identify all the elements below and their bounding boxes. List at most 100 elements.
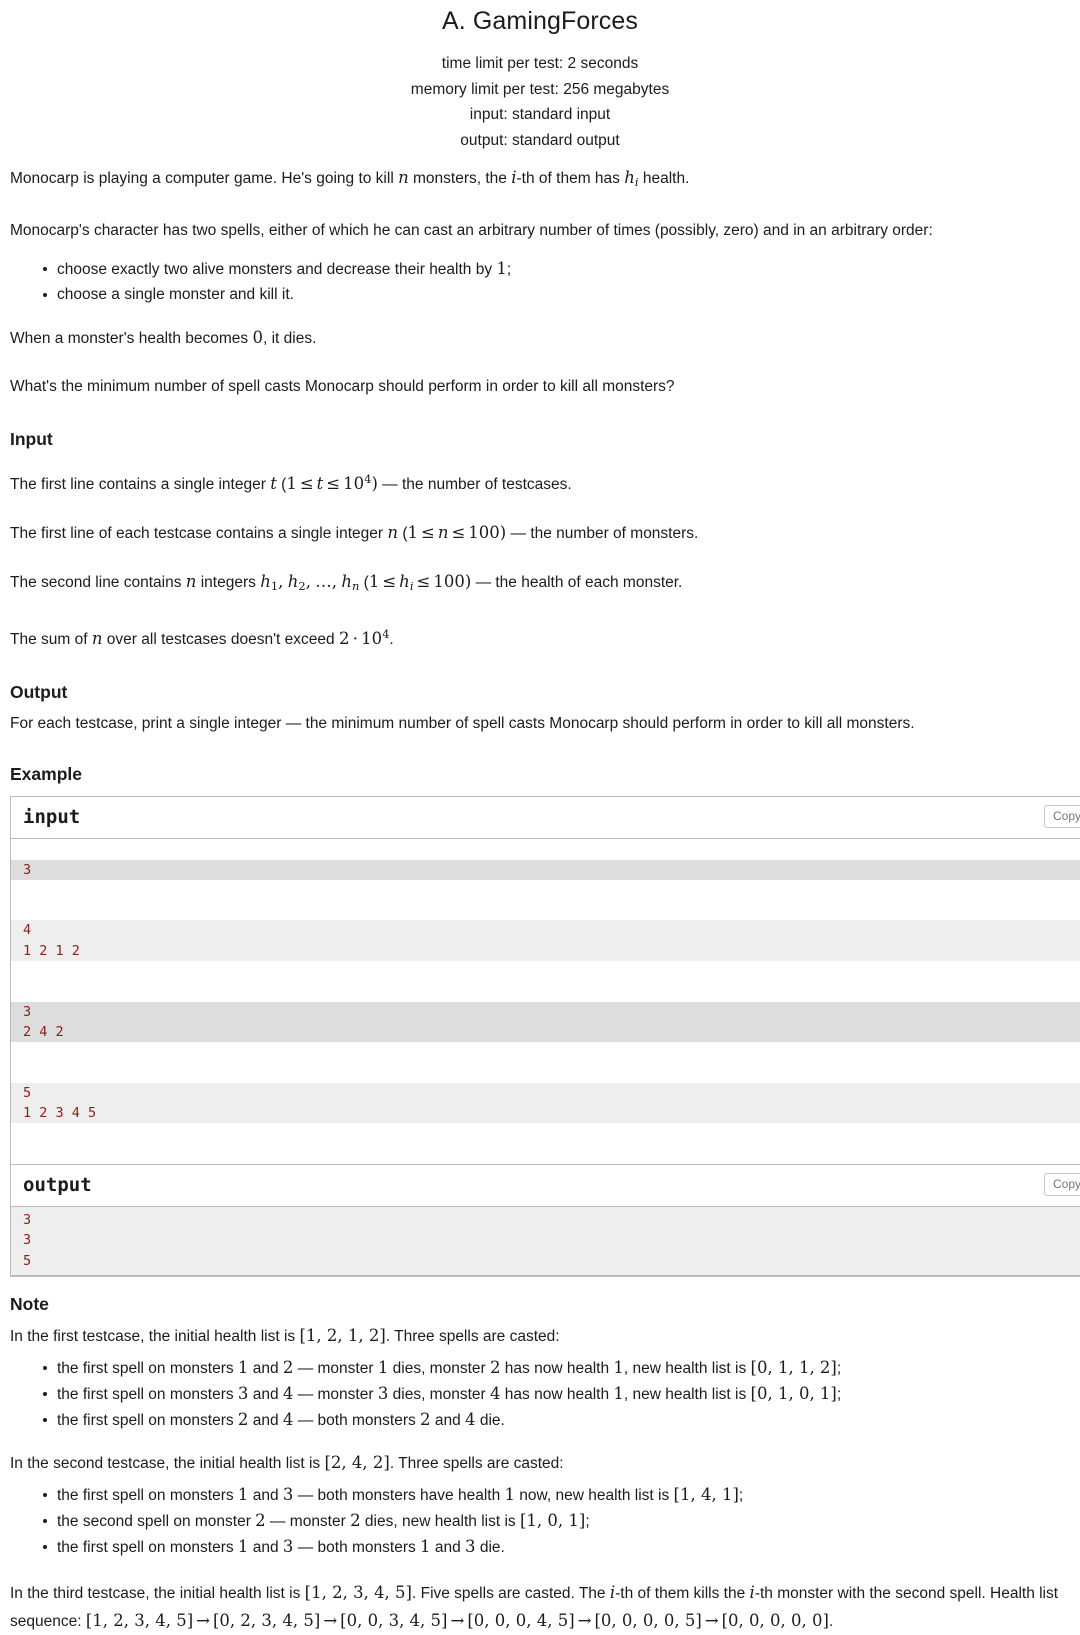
- math-num: 4: [465, 1409, 476, 1429]
- math-hundred: 100: [433, 572, 465, 592]
- math-leq: ≤: [326, 474, 341, 494]
- math-list: [1, 4, 1]: [673, 1484, 739, 1504]
- text-run: the first spell on monsters: [57, 1486, 238, 1504]
- text-run: monsters, the: [408, 170, 512, 188]
- math-num: 1: [237, 1357, 249, 1377]
- list-item: the first spell on monsters 3 and 4 — mo…: [43, 1381, 1070, 1407]
- legend-paragraph-4: What's the minimum number of spell casts…: [10, 378, 675, 396]
- list-item: the first spell on monsters 1 and 3 — bo…: [43, 1482, 1070, 1508]
- text-run: dies, new health list is: [360, 1512, 520, 1530]
- input-line-4: The sum of n over all testcases doesn't …: [10, 610, 1070, 663]
- text-run: die.: [475, 1411, 505, 1429]
- input-line-1: The first line contains a single integer…: [10, 455, 1070, 508]
- text-run: When a monster's health becomes: [10, 330, 253, 348]
- math-leq: ≤: [382, 572, 397, 592]
- text-run: ,: [278, 572, 284, 592]
- text-run: now, new health list is: [515, 1486, 674, 1504]
- text-run: ;: [836, 1359, 842, 1377]
- text-run: The sum of: [10, 631, 92, 649]
- text-run: the first spell on monsters: [57, 1538, 238, 1556]
- math-num: 2: [255, 1510, 266, 1530]
- text-run: , new health list is: [623, 1359, 751, 1377]
- note-testcase-1-list: the first spell on monsters 1 and 2 — mo…: [10, 1353, 1070, 1439]
- text-run: dies, monster: [388, 1385, 490, 1403]
- text-run: and: [430, 1538, 466, 1556]
- math-list: [1, 2, 3, 4, 5]: [304, 1582, 412, 1602]
- math-num: 2: [489, 1357, 501, 1377]
- math-leq: ≤: [299, 474, 314, 494]
- memory-limit: memory limit per test: 256 megabytes: [410, 80, 670, 98]
- text-run: .: [389, 631, 394, 649]
- sample-tests: input Copy 3 41 2 1 2 32 4 2 51 2 3 4 5 …: [10, 796, 1080, 1277]
- text-run: (: [276, 476, 287, 494]
- input-heading: Input: [10, 429, 53, 450]
- text-run: ;: [506, 261, 512, 279]
- text-run: -th of them kills the: [615, 1584, 750, 1602]
- math-h2: h2: [288, 572, 306, 593]
- text-run: The first line contains a single integer: [10, 476, 271, 494]
- math-num: 3: [282, 1484, 294, 1504]
- text-run: — monster: [293, 1359, 378, 1377]
- math-leq: ≤: [451, 523, 466, 543]
- text-run: ;: [836, 1385, 842, 1403]
- sample-output-header: output Copy: [11, 1164, 1080, 1207]
- math-list: [0, 1, 1, 2]: [750, 1357, 837, 1377]
- problem-statement-page: A. GamingForces time limit per test: 2 s…: [0, 0, 1080, 1635]
- sample-input-label: input: [23, 806, 81, 829]
- copy-input-button[interactable]: Copy: [1043, 805, 1080, 829]
- math-power: 104: [361, 627, 389, 648]
- text-run: ,: [331, 572, 337, 592]
- text-run: . Five spells are casted. The: [411, 1584, 610, 1602]
- math-num: 2: [237, 1409, 249, 1429]
- text-run: In the first testcase, the initial healt…: [10, 1327, 300, 1345]
- math-list: [0, 0, 3, 4, 5]: [340, 1610, 448, 1630]
- math-leq: ≤: [416, 572, 431, 592]
- text-run: — monster: [265, 1512, 351, 1530]
- math-num: 2: [420, 1409, 431, 1429]
- math-num: 1: [420, 1536, 431, 1556]
- text-run: , it dies.: [262, 330, 317, 348]
- text-run: choose exactly two alive monsters and de…: [57, 261, 497, 279]
- math-power: 104: [343, 472, 371, 494]
- math-num: 3: [377, 1383, 389, 1403]
- math-list: [1, 2, 1, 2]: [299, 1325, 386, 1345]
- math-h: h: [341, 572, 352, 592]
- sample-line: 1 2 3 4 5: [23, 1105, 97, 1122]
- text-run: In the second testcase, the initial heal…: [10, 1454, 325, 1472]
- sample-input-group: 4 1 2 1 2: [11, 920, 1080, 962]
- math-t: t: [270, 474, 277, 494]
- math-h-i: hi: [399, 572, 413, 593]
- note-body: Note In the first testcase, the initial …: [0, 1277, 1080, 1635]
- math-arrow: →: [450, 1610, 465, 1630]
- sample-line: 2 4 2: [23, 1023, 64, 1040]
- text-run: ,: [305, 572, 311, 592]
- copy-output-button[interactable]: Copy: [1043, 1173, 1080, 1196]
- math-num: 3: [465, 1536, 476, 1556]
- text-run: health.: [638, 170, 690, 188]
- text-run: — both monsters: [293, 1538, 421, 1556]
- note-heading: Note: [10, 1293, 49, 1314]
- note-testcase-3: In the third testcase, the initial healt…: [10, 1566, 1070, 1635]
- text-run: — both monsters have health: [293, 1486, 505, 1504]
- text-run: — both monsters: [293, 1411, 421, 1429]
- math-num: 1: [613, 1357, 624, 1377]
- text-run: the first spell on monsters: [57, 1411, 238, 1429]
- sample-line: 1 2 1 2: [23, 942, 80, 959]
- sample-line: 3: [23, 1003, 32, 1020]
- text-run: .: [828, 1612, 834, 1630]
- text-run: the first spell on monsters: [57, 1359, 238, 1377]
- text-run: (: [359, 574, 369, 592]
- text-run: — the number of monsters.: [506, 525, 699, 543]
- text-run: The second line contains: [10, 574, 186, 592]
- text-run: ;: [585, 1512, 590, 1530]
- output-heading: Output: [10, 682, 68, 703]
- time-limit: time limit per test: 2 seconds: [441, 55, 639, 73]
- example-heading: Example: [10, 764, 82, 785]
- sample-line: 5: [23, 1252, 32, 1269]
- math-num: 4: [489, 1383, 501, 1403]
- math-base: 10: [343, 474, 365, 494]
- math-list: [1, 0, 1]: [519, 1510, 586, 1530]
- text-run: and: [248, 1486, 283, 1504]
- math-arrow: →: [704, 1610, 719, 1630]
- text-run: and: [430, 1411, 466, 1429]
